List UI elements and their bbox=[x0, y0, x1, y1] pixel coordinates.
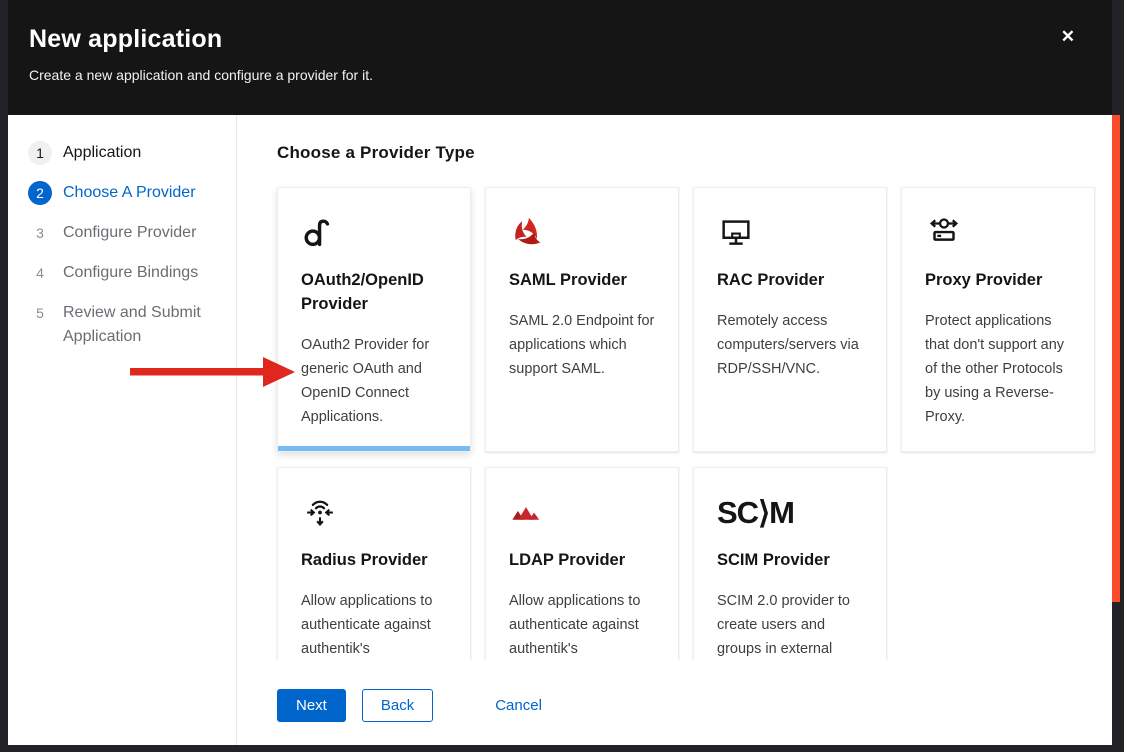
wizard-step-review-and-submit-application[interactable]: 5 Review and Submit Application bbox=[28, 301, 224, 349]
new-application-modal: New application Create a new application… bbox=[8, 0, 1112, 745]
monitor-icon bbox=[717, 213, 863, 253]
step-number-badge: 3 bbox=[28, 221, 52, 245]
provider-card-ldap[interactable]: LDAP Provider Allow applications to auth… bbox=[485, 467, 679, 660]
step-number-badge: 2 bbox=[28, 181, 52, 205]
wizard-step-configure-provider[interactable]: 3 Configure Provider bbox=[28, 221, 224, 245]
provider-cards-grid: OAuth2/OpenID Provider OAuth2 Provider f… bbox=[277, 187, 1112, 660]
step-number-badge: 4 bbox=[28, 261, 52, 285]
ldap-icon bbox=[509, 493, 655, 533]
back-button[interactable]: Back bbox=[362, 689, 433, 722]
provider-card-scim[interactable]: SC⟩M SCIM Provider SCIM 2.0 provider to … bbox=[693, 467, 887, 660]
provider-card-rac[interactable]: RAC Provider Remotely access computers/s… bbox=[693, 187, 887, 452]
modal-title: New application bbox=[29, 25, 1052, 54]
provider-card-title: LDAP Provider bbox=[509, 548, 655, 572]
provider-card-title: Proxy Provider bbox=[925, 268, 1071, 292]
provider-card-description: OAuth2 Provider for generic OAuth and Op… bbox=[301, 333, 447, 429]
provider-card-description: Allow applications to authenticate again… bbox=[509, 589, 655, 660]
provider-scroll-area: Choose a Provider Type OAuth2/OpenID Pro… bbox=[237, 115, 1112, 660]
step-label: Choose A Provider bbox=[63, 181, 196, 205]
provider-card-description: Allow applications to authenticate again… bbox=[301, 589, 447, 660]
next-button[interactable]: Next bbox=[277, 689, 346, 722]
provider-card-description: SAML 2.0 Endpoint for applications which… bbox=[509, 309, 655, 381]
screen: New application Create a new application… bbox=[0, 0, 1124, 752]
provider-card-description: Protect applications that don't support … bbox=[925, 309, 1071, 429]
wizard-step-application[interactable]: 1 Application bbox=[28, 141, 224, 165]
step-number-badge: 5 bbox=[28, 301, 52, 325]
cancel-link[interactable]: Cancel bbox=[495, 689, 542, 722]
modal-body: 1 Application 2 Choose A Provider 3 Conf… bbox=[8, 115, 1112, 745]
scim-icon: SC⟩M bbox=[717, 493, 863, 533]
close-icon[interactable]: ✕ bbox=[1061, 28, 1075, 45]
radius-icon bbox=[301, 493, 447, 533]
provider-card-title: SCIM Provider bbox=[717, 548, 863, 572]
provider-card-radius[interactable]: Radius Provider Allow applications to au… bbox=[277, 467, 471, 660]
provider-card-title: OAuth2/OpenID Provider bbox=[301, 268, 447, 316]
provider-card-description: SCIM 2.0 provider to create users and gr… bbox=[717, 589, 863, 660]
wizard-step-configure-bindings[interactable]: 4 Configure Bindings bbox=[28, 261, 224, 285]
provider-card-proxy[interactable]: Proxy Provider Protect applications that… bbox=[901, 187, 1095, 452]
provider-card-description: Remotely access computers/servers via RD… bbox=[717, 309, 863, 381]
modal-header: New application Create a new application… bbox=[8, 0, 1112, 115]
step-number-badge: 1 bbox=[28, 141, 52, 165]
provider-card-title: Radius Provider bbox=[301, 548, 447, 572]
modal-subtitle: Create a new application and configure a… bbox=[29, 67, 1052, 83]
scrollbar-thumb[interactable] bbox=[1112, 115, 1120, 602]
step-label: Configure Bindings bbox=[63, 261, 198, 285]
wizard-step-choose-a-provider[interactable]: 2 Choose A Provider bbox=[28, 181, 224, 205]
provider-card-oauth2[interactable]: OAuth2/OpenID Provider OAuth2 Provider f… bbox=[277, 187, 471, 452]
proxy-icon bbox=[925, 213, 1071, 253]
provider-card-saml[interactable]: SAML Provider SAML 2.0 Endpoint for appl… bbox=[485, 187, 679, 452]
wizard-footer: Next Back Cancel bbox=[237, 660, 1112, 745]
step-label: Review and Submit Application bbox=[63, 301, 224, 349]
provider-card-title: RAC Provider bbox=[717, 268, 863, 292]
wizard-main: Choose a Provider Type OAuth2/OpenID Pro… bbox=[237, 115, 1112, 745]
wizard-steps: 1 Application 2 Choose A Provider 3 Conf… bbox=[8, 115, 237, 745]
provider-card-title: SAML Provider bbox=[509, 268, 655, 292]
openid-icon bbox=[301, 213, 447, 253]
content-heading: Choose a Provider Type bbox=[277, 143, 1112, 163]
step-label: Configure Provider bbox=[63, 221, 196, 245]
step-label: Application bbox=[63, 141, 141, 165]
saml-icon bbox=[509, 213, 655, 253]
